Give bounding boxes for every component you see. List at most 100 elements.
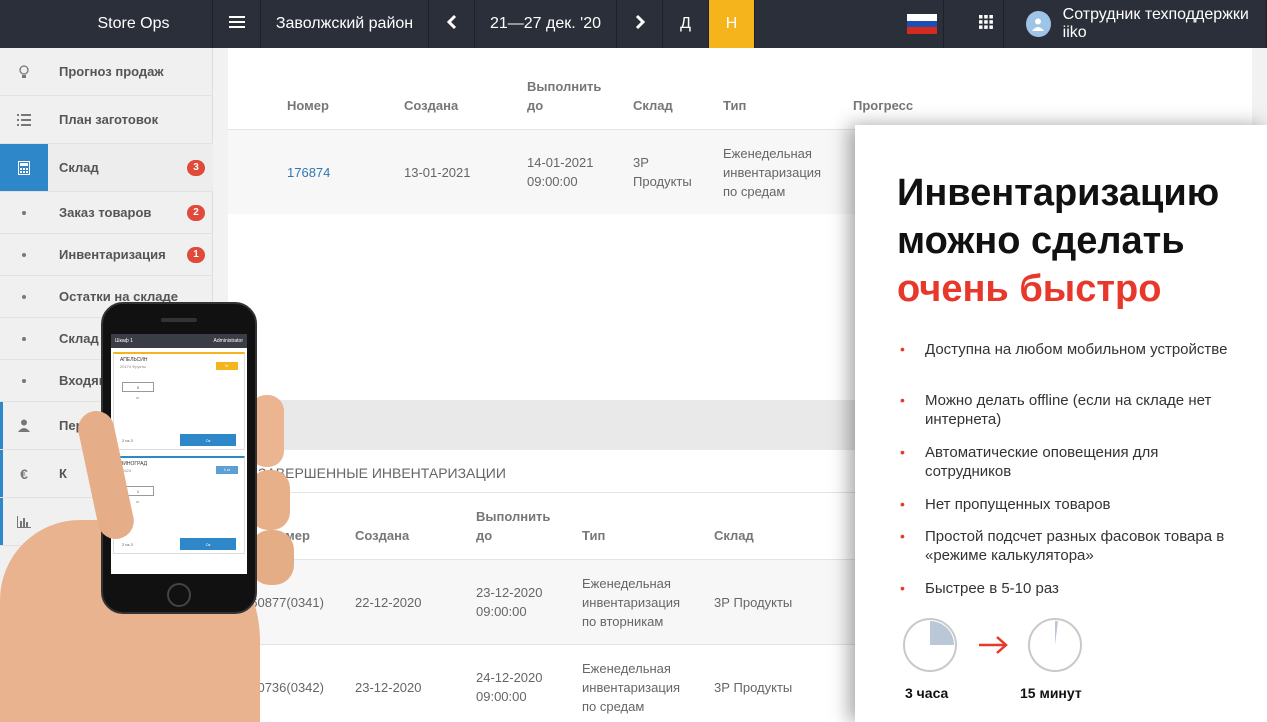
calculator-icon [0, 144, 48, 191]
user-menu[interactable]: Сотрудник техподдержки iiko [1020, 0, 1267, 48]
arrow-right-icon [977, 633, 1011, 662]
grid-icon [978, 14, 993, 34]
phone-screen: Шкаф 1 Administrator АПЕЛЬСИН 20174 Фрук… [111, 334, 247, 574]
promo-bullet: Доступна на любом мобильном устройстве [897, 340, 1247, 359]
sidebar-item-label: План заготовок [59, 112, 159, 127]
col-header-type[interactable]: Тип [582, 526, 605, 545]
district-selector[interactable]: Заволжский район [261, 0, 429, 48]
sidebar-item-label: Прогноз продаж [59, 64, 164, 79]
phone-ok-button[interactable]: Ок [180, 434, 236, 446]
promo-headline-line1: Инвентаризацию [897, 172, 1220, 214]
language-selector[interactable] [900, 0, 944, 48]
sidebar-item-orders[interactable]: Заказ товаров 2 [0, 192, 213, 234]
promo-headline-line2: можно сделать [897, 220, 1185, 262]
col-header-number[interactable]: Номер [287, 96, 329, 115]
clock-before-icon [903, 618, 957, 672]
cell-created: 13-01-2021 [404, 165, 471, 180]
cell-warehouse: 3Р Продукты [714, 595, 793, 610]
cell-due: 23-12-2020 09:00:00 [476, 585, 543, 619]
phone-unit: кг [136, 395, 140, 400]
sidebar-item-label: Склад [59, 160, 99, 175]
user-icon [0, 402, 48, 449]
promo-headline: Инвентаризацию можно сделать очень быстр… [897, 169, 1219, 313]
phone-speaker [161, 318, 197, 322]
sidebar-item-sales-forecast[interactable]: Прогноз продаж [0, 48, 213, 96]
apps-button[interactable] [968, 0, 1004, 48]
phone-qty-input[interactable]: 0 [122, 382, 154, 392]
day-view-button[interactable]: Д [663, 0, 709, 48]
chevron-right-icon [635, 14, 645, 35]
bullet-icon [22, 336, 26, 341]
clock-after-icon [1028, 618, 1082, 672]
sidebar-item-warehouse[interactable]: Склад 3 [0, 144, 213, 192]
cell-warehouse: 3Р Продукты [633, 155, 692, 189]
col-header-created[interactable]: Создана [404, 96, 458, 115]
promo-bullet: Простой подсчет разных фасовок товара в … [897, 527, 1247, 565]
cell-type: Еженедельная инвентаризация по вторникам [582, 576, 681, 629]
phone-counter: 2 из 3 [122, 542, 133, 547]
sidebar-item-label: Инвентаризация [59, 247, 166, 262]
menu-button[interactable] [213, 0, 261, 48]
menu-icon [228, 15, 245, 34]
app-brand[interactable]: Store Ops [0, 0, 213, 48]
list-icon [0, 96, 48, 143]
phone-item-tag: 1 кг [216, 466, 238, 474]
phone-header-right: Administrator [213, 338, 243, 344]
col-header-created[interactable]: Создана [355, 526, 409, 545]
col-header-due[interactable]: Выполнить до [476, 507, 562, 545]
phone-header-left: Шкаф 1 [115, 338, 133, 344]
promo-headline-highlight: очень быстро [897, 268, 1162, 310]
promo-bullet: Быстрее в 5-10 раз [897, 579, 1247, 598]
cell-due: 14-01-2021 09:00:00 [527, 155, 594, 189]
avatar [1026, 11, 1051, 37]
col-header-progress[interactable]: Прогресс [853, 96, 913, 115]
promo-bullet: Можно делать offline (если на складе нет… [897, 391, 1247, 429]
sidebar-item-inventory[interactable]: Инвентаризация 1 [0, 234, 213, 276]
bullet-icon [22, 378, 26, 383]
sidebar-item-label: Заказ товаров [59, 205, 152, 220]
bullet-icon [22, 210, 26, 215]
phone-item-tag: Кг [216, 362, 238, 370]
col-header-type[interactable]: Тип [723, 96, 746, 115]
completed-section-title: ЗАВЕРШЕННЫЕ ИНВЕНТАРИЗАЦИИ [258, 465, 506, 481]
after-duration-label: 15 минут [1020, 685, 1082, 701]
phone-home-button [167, 583, 191, 607]
inventory-number-link[interactable]: 176874 [287, 163, 330, 182]
promo-bullet: Нет пропущенных товаров [897, 495, 1247, 514]
phone-item-card: ВИНОГРАД 30424 1 кг 1 кг 2 из 3 Ок [113, 456, 245, 554]
orders-count-badge: 2 [187, 204, 205, 221]
clock-after-sector [1055, 621, 1059, 645]
russian-flag-icon [906, 14, 937, 35]
promo-card: Инвентаризацию можно сделать очень быстр… [855, 125, 1267, 722]
phone-item-card: АПЕЛЬСИН 20174 Фрукты Кг 0 кг 2 из 3 Ок [113, 352, 245, 450]
phone-ok-button[interactable]: Ок [180, 538, 236, 550]
week-range[interactable]: 21—27 дек. '20 [475, 0, 617, 48]
week-view-button[interactable]: Н [709, 0, 755, 48]
clock-before-sector [930, 621, 954, 645]
top-bar: Store Ops Заволжский район 21—27 дек. '2… [0, 0, 1267, 48]
col-header-due[interactable]: Выполнить до [527, 77, 613, 115]
next-week-button[interactable] [617, 0, 663, 48]
phone-app-header: Шкаф 1 Administrator [111, 334, 247, 348]
cell-due: 24-12-2020 09:00:00 [476, 670, 543, 704]
promo-bullet: Автоматические оповещения для сотруднико… [897, 443, 1247, 481]
user-name: Сотрудник техподдержки iiko [1062, 6, 1249, 41]
chevron-left-icon [446, 14, 457, 35]
prev-week-button[interactable] [429, 0, 475, 48]
inventory-count-badge: 1 [187, 246, 205, 263]
lightbulb-icon [0, 48, 48, 95]
sidebar-item-prep-plan[interactable]: План заготовок [0, 96, 213, 144]
smartphone: Шкаф 1 Administrator АПЕЛЬСИН 20174 Фрук… [101, 302, 257, 614]
col-header-warehouse[interactable]: Склад [633, 96, 673, 115]
cell-warehouse: 3Р Продукты [714, 680, 793, 695]
cell-type: Еженедельная инвентаризация по средам [723, 146, 822, 199]
phone-unit: кг [136, 499, 140, 504]
warehouse-count-badge: 3 [187, 159, 205, 176]
bullet-icon [22, 252, 26, 257]
bullet-icon [22, 294, 26, 299]
phone-counter: 2 из 3 [122, 438, 133, 443]
cell-created: 22-12-2020 [355, 595, 422, 610]
euro-icon: € [20, 465, 28, 482]
col-header-warehouse[interactable]: Склад [714, 526, 754, 545]
before-duration-label: 3 часа [905, 685, 949, 701]
